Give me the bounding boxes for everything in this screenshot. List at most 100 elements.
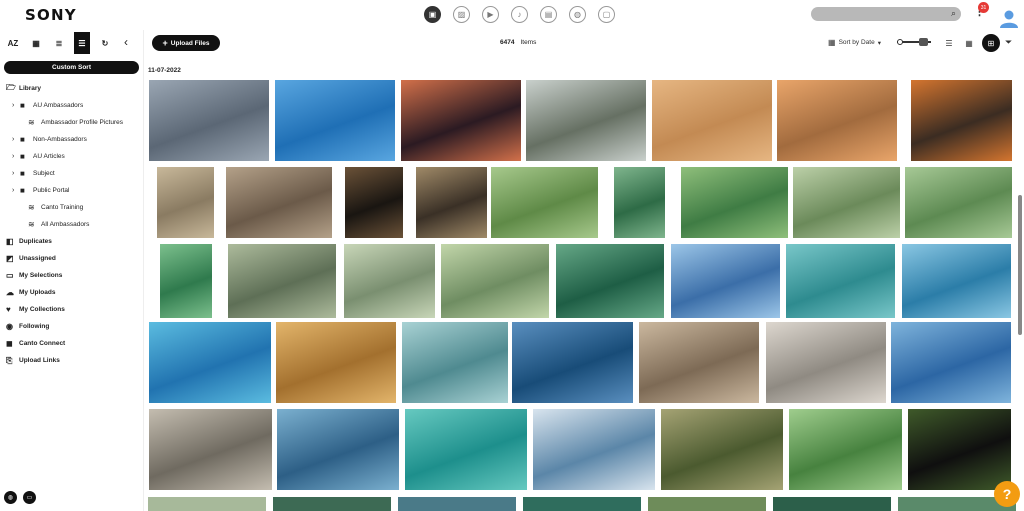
video-icon[interactable]: ▶ (482, 6, 499, 23)
image-thumbnail[interactable] (149, 80, 269, 161)
notification-badge[interactable]: 31 (978, 2, 989, 13)
sidebar-item-upload-links[interactable]: ⎘ Upload Links (6, 352, 142, 369)
image-thumbnail[interactable] (556, 244, 664, 318)
masonry-view-icon[interactable]: ⊞ (982, 34, 1000, 52)
image-thumbnail[interactable] (661, 409, 783, 490)
slider-handle[interactable] (919, 38, 928, 46)
sidebar-item-following[interactable]: ◉ Following (6, 318, 142, 335)
image-thumbnail[interactable] (344, 244, 435, 318)
user-avatar-icon[interactable] (999, 8, 1019, 28)
image-thumbnail[interactable] (533, 409, 655, 490)
image-thumbnail[interactable] (149, 322, 271, 403)
sidebar-item-my-collections[interactable]: ♥ My Collections (6, 301, 142, 318)
stack-button[interactable]: ≣ (51, 32, 67, 54)
document-icon[interactable]: ▤ (540, 6, 557, 23)
filter-icon[interactable]: ⏷ (1005, 37, 1012, 48)
image-thumbnail[interactable] (226, 167, 332, 238)
image-thumbnail[interactable] (345, 167, 403, 238)
image-thumbnail[interactable] (157, 167, 214, 238)
sidebar-item-all-ambassadors[interactable]: ≋ All Ambassadors (6, 216, 142, 233)
image-thumbnail[interactable] (773, 497, 891, 511)
chevron-right-icon[interactable]: › (12, 102, 20, 109)
chevron-right-icon[interactable]: › (12, 136, 20, 143)
image-thumbnail[interactable] (648, 497, 766, 511)
image-thumbnail[interactable] (789, 409, 902, 490)
sidebar-item-my-selections[interactable]: ▭ My Selections (6, 267, 142, 284)
image-thumbnail[interactable] (416, 167, 487, 238)
image-thumbnail[interactable] (148, 497, 266, 511)
image-thumbnail[interactable] (228, 244, 336, 318)
image-thumbnail[interactable] (777, 80, 897, 161)
image-thumbnail[interactable] (766, 322, 886, 403)
collapse-sidebar-icon[interactable]: ‹ (124, 35, 128, 49)
upload-queue-icon[interactable]: ▭ (23, 491, 36, 504)
sidebar-item-au-ambassadors[interactable]: › ■ AU Ambassadors (6, 97, 142, 114)
image-thumbnail[interactable] (401, 80, 521, 161)
image-thumbnail[interactable] (526, 80, 646, 161)
custom-sort-toggle[interactable]: ☰ (74, 32, 90, 54)
image-thumbnail[interactable] (398, 497, 516, 511)
image-thumbnail[interactable] (402, 322, 508, 403)
image-icon[interactable]: ▨ (453, 6, 470, 23)
upload-files-button[interactable]: + Upload Files (152, 35, 220, 51)
chevron-right-icon[interactable]: › (12, 153, 20, 160)
slider-min-dot (897, 39, 903, 45)
link-icon: ⎘ (6, 355, 13, 365)
image-thumbnail[interactable] (652, 80, 772, 161)
sidebar-item-duplicates[interactable]: ◧ Duplicates (6, 233, 142, 250)
image-thumbnail[interactable] (891, 322, 1011, 403)
image-thumbnail[interactable] (512, 322, 633, 403)
search-input[interactable]: ⌕ (811, 7, 961, 21)
scrollbar[interactable] (1018, 195, 1022, 335)
other-file-icon[interactable]: ▢ (598, 6, 615, 23)
image-thumbnail[interactable] (275, 80, 395, 161)
sidebar-item-subject[interactable]: › ■ Subject (6, 165, 142, 182)
image-thumbnail[interactable] (614, 167, 665, 238)
audio-icon[interactable]: ♪ (511, 6, 528, 23)
image-thumbnail[interactable] (911, 80, 1012, 161)
image-thumbnail[interactable] (273, 497, 391, 511)
sort-dropdown[interactable]: ▦ Sort by Date ▾ (828, 38, 881, 47)
grid-view-icon[interactable]: ▦ (962, 36, 976, 50)
image-thumbnail[interactable] (793, 167, 900, 238)
custom-sort-button[interactable]: Custom Sort (4, 61, 139, 74)
sidebar-item-canto-training[interactable]: ≋ Canto Training (6, 199, 142, 216)
sidebar-item-canto-connect[interactable]: ◼ Canto Connect (6, 335, 142, 352)
image-thumbnail[interactable] (523, 497, 641, 511)
image-thumbnail[interactable] (149, 409, 272, 490)
calendar-button[interactable]: ▦ (28, 32, 44, 54)
image-thumbnail[interactable] (491, 167, 598, 238)
help-button[interactable]: ? (994, 481, 1020, 507)
image-thumbnail[interactable] (441, 244, 549, 318)
image-thumbnail[interactable] (681, 167, 788, 238)
image-thumbnail[interactable] (902, 244, 1011, 318)
sidebar-item-library[interactable]: 🗁 Library (6, 80, 142, 97)
list-view-icon[interactable]: ☰ (942, 36, 956, 50)
search-icon[interactable]: ⌕ (951, 8, 956, 19)
sort-label: Sort by Date (838, 39, 875, 46)
all-types-icon[interactable]: ▣ (424, 6, 441, 23)
globe-icon[interactable]: ◍ (4, 491, 17, 504)
sony-logo[interactable]: SONY (25, 6, 77, 24)
chevron-right-icon[interactable]: › (12, 187, 20, 194)
sidebar-item-unassigned[interactable]: ◩ Unassigned (6, 250, 142, 267)
image-thumbnail[interactable] (786, 244, 895, 318)
image-thumbnail[interactable] (905, 167, 1012, 238)
image-thumbnail[interactable] (405, 409, 527, 490)
sidebar-item-non-ambassadors[interactable]: › ■ Non-Ambassadors (6, 131, 142, 148)
refresh-button[interactable]: ↻ (97, 32, 113, 54)
image-thumbnail[interactable] (908, 409, 1011, 490)
thumbnail-size-slider[interactable] (897, 38, 931, 46)
image-thumbnail[interactable] (671, 244, 780, 318)
sidebar-item-au-articles[interactable]: › ■ AU Articles (6, 148, 142, 165)
sort-alpha-button[interactable]: AZ (5, 32, 21, 54)
image-thumbnail[interactable] (160, 244, 212, 318)
presentation-icon[interactable]: ◍ (569, 6, 586, 23)
chevron-right-icon[interactable]: › (12, 170, 20, 177)
sidebar-item-my-uploads[interactable]: ☁ My Uploads (6, 284, 142, 301)
sidebar-item-ambassador-profile-pictures[interactable]: ≋ Ambassador Profile Pictures (6, 114, 142, 131)
image-thumbnail[interactable] (277, 409, 399, 490)
sidebar-item-public-portal[interactable]: › ■ Public Portal (6, 182, 142, 199)
image-thumbnail[interactable] (276, 322, 396, 403)
image-thumbnail[interactable] (639, 322, 759, 403)
